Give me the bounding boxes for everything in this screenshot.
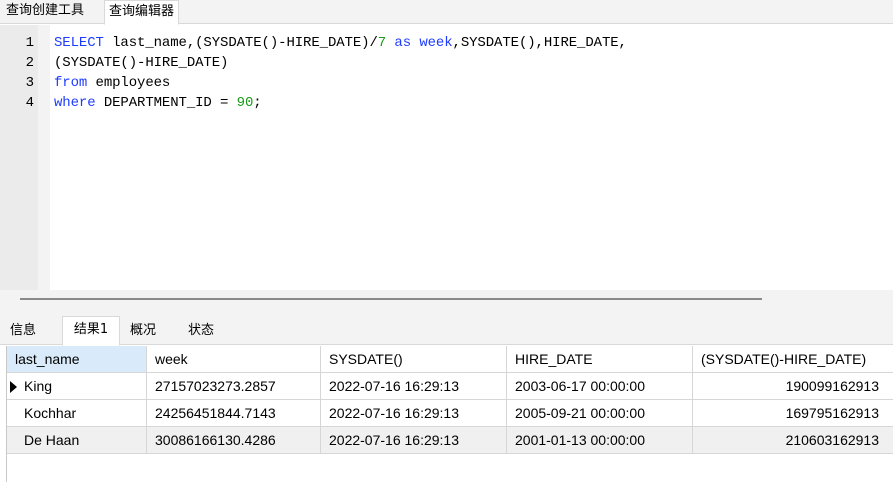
code-text[interactable]: (SYSDATE()-HIRE_DATE) [54,53,228,73]
sql-text: employees [87,75,171,91]
sql-text: last_name,(SYSDATE()-HIRE_DATE)/ [103,35,378,51]
table-cell[interactable]: 190099162913 [693,373,893,400]
horizontal-scrollbar[interactable] [20,298,762,300]
line-number: 1 [25,35,34,51]
sql-keyword: from [54,75,88,91]
query-window: 查询创建工具 查询编辑器 1 SELECT last_name,(SYSDATE(… [0,0,893,482]
sql-keyword: SELECT [54,35,104,51]
table-cell[interactable]: 2001-01-13 00:00:00 [507,427,693,454]
table-cell[interactable]: 30086166130.4286 [147,427,321,454]
tab-result-1[interactable]: 结果1 [62,316,120,346]
column-header-sysdate[interactable]: SYSDATE() [321,346,507,373]
tab-query-editor[interactable]: 查询编辑器 [104,0,180,25]
table-cell[interactable]: 210603162913 [693,427,893,454]
column-header-week[interactable]: week [147,346,321,373]
code-text[interactable]: where DEPARTMENT_ID = 90; [54,93,262,113]
grid-header-row: last_name week SYSDATE() HIRE_DATE (SYSD… [7,346,893,373]
table-row[interactable]: De Haan 30086166130.4286 2022-07-16 16:2… [7,427,893,454]
result-tab-bar: 信息 结果1 概况 状态 [0,314,893,346]
tab-query-builder[interactable]: 查询创建工具 [2,0,88,24]
column-header-hire-date[interactable]: HIRE_DATE [507,346,693,373]
sql-keyword: as [394,35,411,51]
tab-info[interactable]: 信息 [10,320,36,344]
table-cell[interactable]: 2022-07-16 16:29:13 [321,373,507,400]
column-header-date-diff[interactable]: (SYSDATE()-HIRE_DATE) [693,346,893,373]
sql-text: ,SYSDATE(),HIRE_DATE, [452,35,627,51]
table-cell[interactable]: 2005-09-21 00:00:00 [507,400,693,427]
table-cell[interactable]: 2003-06-17 00:00:00 [507,373,693,400]
sql-number: 90 [236,95,254,111]
top-tab-bar: 查询创建工具 查询编辑器 [0,0,893,25]
tab-status[interactable]: 状态 [188,320,214,344]
sql-keyword: where [54,95,96,111]
sql-text: DEPARTMENT_ID = [95,95,237,111]
line-number: 3 [25,75,34,91]
gutter-margin [38,25,50,290]
results-grid[interactable]: last_name week SYSDATE() HIRE_DATE (SYSD… [6,346,893,482]
table-row[interactable]: King 27157023273.2857 2022-07-16 16:29:1… [7,373,893,400]
table-cell[interactable]: 2022-07-16 16:29:13 [321,427,507,454]
sql-number: 7 [377,35,387,51]
table-row[interactable]: Kochhar 24256451844.7143 2022-07-16 16:2… [7,400,893,427]
column-header-last-name[interactable]: last_name [7,346,147,373]
splitter-area[interactable] [0,290,893,314]
sql-keyword: week [419,35,453,51]
tab-profile[interactable]: 概况 [130,320,156,344]
table-cell[interactable]: 24256451844.7143 [147,400,321,427]
sql-text: ; [253,95,262,111]
table-cell[interactable]: 27157023273.2857 [147,373,321,400]
table-cell[interactable]: Kochhar [7,400,147,427]
table-cell[interactable]: King [7,373,147,400]
code-text[interactable]: SELECT last_name,(SYSDATE()-HIRE_DATE)/7… [54,33,627,53]
line-number: 2 [25,55,34,71]
table-cell[interactable]: 169795162913 [693,400,893,427]
code-text[interactable]: from employees [54,73,170,93]
table-cell[interactable]: De Haan [7,427,147,454]
sql-editor[interactable]: 1 SELECT last_name,(SYSDATE()-HIRE_DATE)/… [0,25,893,290]
table-cell[interactable]: 2022-07-16 16:29:13 [321,400,507,427]
line-number: 4 [25,95,34,111]
sql-text: (SYSDATE()-HIRE_DATE) [54,55,229,71]
